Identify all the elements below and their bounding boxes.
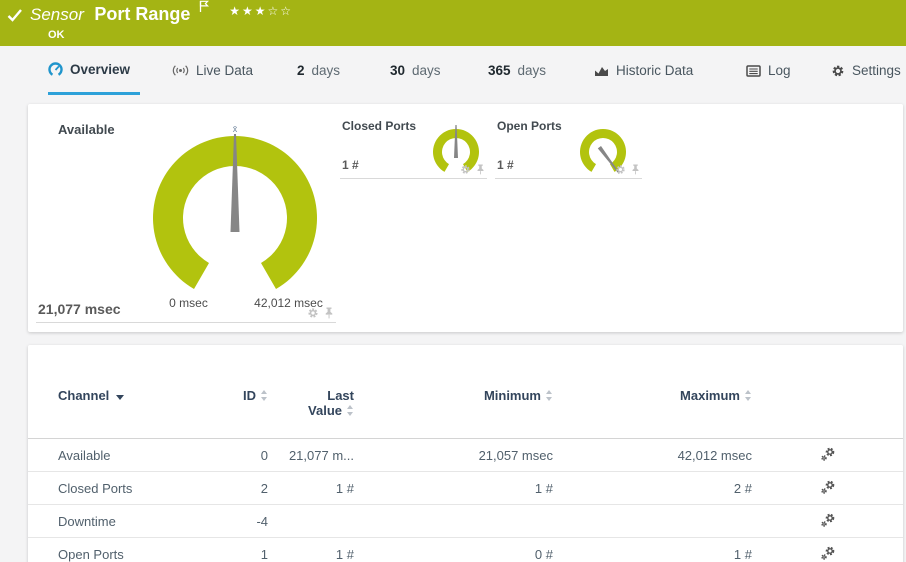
sort-icon (347, 405, 354, 416)
tab-number: 365 (488, 63, 511, 78)
cell-channel[interactable]: Closed Ports (28, 471, 240, 505)
column-header-maximum[interactable]: Maximum (553, 388, 752, 439)
cell-maximum: 2 # (553, 471, 752, 505)
status-badge: OK (48, 29, 65, 41)
channel-title: Open Ports (497, 119, 562, 133)
tab-word: days (517, 63, 547, 78)
tab-number: 2 (297, 63, 305, 78)
gauges-panel: Available x̄ 0 msec 42,012 msec 21,077 m… (28, 104, 903, 332)
cell-minimum (354, 504, 553, 538)
channel-title: Closed Ports (342, 119, 417, 133)
cell-last-value: 1 # (268, 471, 354, 505)
tab-word: days (412, 63, 441, 78)
sort-icon (261, 390, 268, 401)
prtg-sensor-page: Sensor Port Range ★★★☆☆ OK Overview Live… (0, 0, 906, 562)
sensor-header: Sensor Port Range ★★★☆☆ OK (0, 0, 906, 46)
gear-icon[interactable] (615, 164, 626, 175)
channel-settings-icon[interactable] (820, 545, 836, 561)
tab-label: Overview (70, 61, 131, 77)
cell-maximum: 1 # (553, 537, 752, 562)
cell-minimum: 1 # (354, 471, 553, 505)
pin-icon[interactable] (324, 307, 334, 319)
channels-table: Channel ID Last Value Minimum Maximum Ava… (28, 388, 903, 562)
tab-word: days (311, 63, 341, 78)
sensor-name: Port Range (94, 4, 191, 24)
cell-minimum: 21,057 msec (354, 438, 553, 472)
channel-last-value: 21,077 msec (38, 301, 121, 317)
cell-maximum: 42,012 msec (553, 438, 752, 472)
tab-overview[interactable]: Overview (48, 46, 141, 95)
historic-data-icon (594, 65, 609, 77)
channels-table-panel: Channel ID Last Value Minimum Maximum Ava… (28, 345, 903, 562)
mean-marker: x̄ (233, 124, 238, 134)
sort-icon (745, 390, 752, 401)
cell-channel[interactable]: Downtime (28, 504, 240, 538)
gauge-tile-closed-ports[interactable]: Closed Ports 1 # (340, 114, 487, 179)
table-row[interactable]: Available 0 21,077 m... 21,057 msec 42,0… (28, 438, 903, 472)
live-data-icon (172, 64, 189, 77)
gear-icon[interactable] (307, 307, 319, 319)
pin-icon[interactable] (476, 164, 485, 175)
available-gauge: x̄ (153, 124, 317, 289)
tab-number: 30 (390, 63, 406, 78)
cell-channel[interactable]: Open Ports (28, 537, 240, 562)
tab-label: Historic Data (616, 63, 694, 78)
column-header-minimum[interactable]: Minimum (354, 388, 553, 439)
priority-stars[interactable]: ★★★☆☆ (229, 4, 293, 18)
cell-channel[interactable]: Available (28, 438, 240, 472)
gauge-tile-available[interactable]: Available x̄ 0 msec 42,012 msec 21,077 m… (36, 114, 336, 323)
column-header-id[interactable]: ID (240, 388, 268, 439)
log-icon (746, 64, 761, 77)
tab-label: Live Data (196, 63, 254, 78)
column-header-channel[interactable]: Channel (28, 388, 240, 439)
table-row[interactable]: Downtime -4 (28, 504, 903, 538)
tab-historic-data[interactable]: Historic Data (594, 46, 693, 95)
tab-30-days[interactable]: 30 days (390, 46, 441, 95)
cell-maximum (553, 504, 752, 538)
table-row[interactable]: Closed Ports 2 1 # 1 # 2 # (28, 471, 903, 505)
tab-live-data[interactable]: Live Data (172, 46, 253, 95)
channel-last-value: 1 # (497, 158, 514, 172)
channel-settings-icon[interactable] (820, 446, 836, 462)
column-header-last-value[interactable]: Last Value (268, 388, 354, 439)
cell-id: -4 (240, 504, 268, 538)
tab-label: Settings (852, 63, 901, 78)
flag-icon[interactable] (199, 0, 209, 13)
gear-icon[interactable] (460, 164, 471, 175)
gear-icon (831, 64, 845, 78)
sort-icon (546, 390, 553, 401)
cell-id: 1 (240, 537, 268, 562)
table-row[interactable]: Open Ports 1 1 # 0 # 1 # (28, 537, 903, 562)
tab-2-days[interactable]: 2 days (297, 46, 340, 95)
cell-minimum: 0 # (354, 537, 553, 562)
tab-log[interactable]: Log (746, 46, 791, 95)
tab-bar: Overview Live Data 2 days 30 days 365 da… (0, 46, 906, 98)
cell-last-value (268, 504, 354, 538)
cell-last-value: 21,077 m... (268, 438, 354, 472)
sensor-type-label: Sensor (30, 5, 84, 24)
cell-id: 2 (240, 471, 268, 505)
gauge-scale-min: 0 msec (169, 296, 208, 310)
tab-label: Log (768, 63, 791, 78)
sort-desc-icon (116, 395, 125, 400)
tab-settings[interactable]: Settings (831, 46, 901, 95)
tab-365-days[interactable]: 365 days (488, 46, 546, 95)
channel-last-value: 1 # (342, 158, 359, 172)
gauge-icon (48, 61, 63, 77)
channel-settings-icon[interactable] (820, 512, 836, 528)
channel-settings-icon[interactable] (820, 479, 836, 495)
sensor-title: Sensor Port Range ★★★☆☆ (30, 0, 293, 25)
pin-icon[interactable] (631, 164, 640, 175)
gauge-tile-open-ports[interactable]: Open Ports 1 # (495, 114, 642, 179)
channel-title: Available (58, 122, 115, 137)
ok-check-icon (7, 8, 23, 23)
cell-last-value: 1 # (268, 537, 354, 562)
cell-id: 0 (240, 438, 268, 472)
